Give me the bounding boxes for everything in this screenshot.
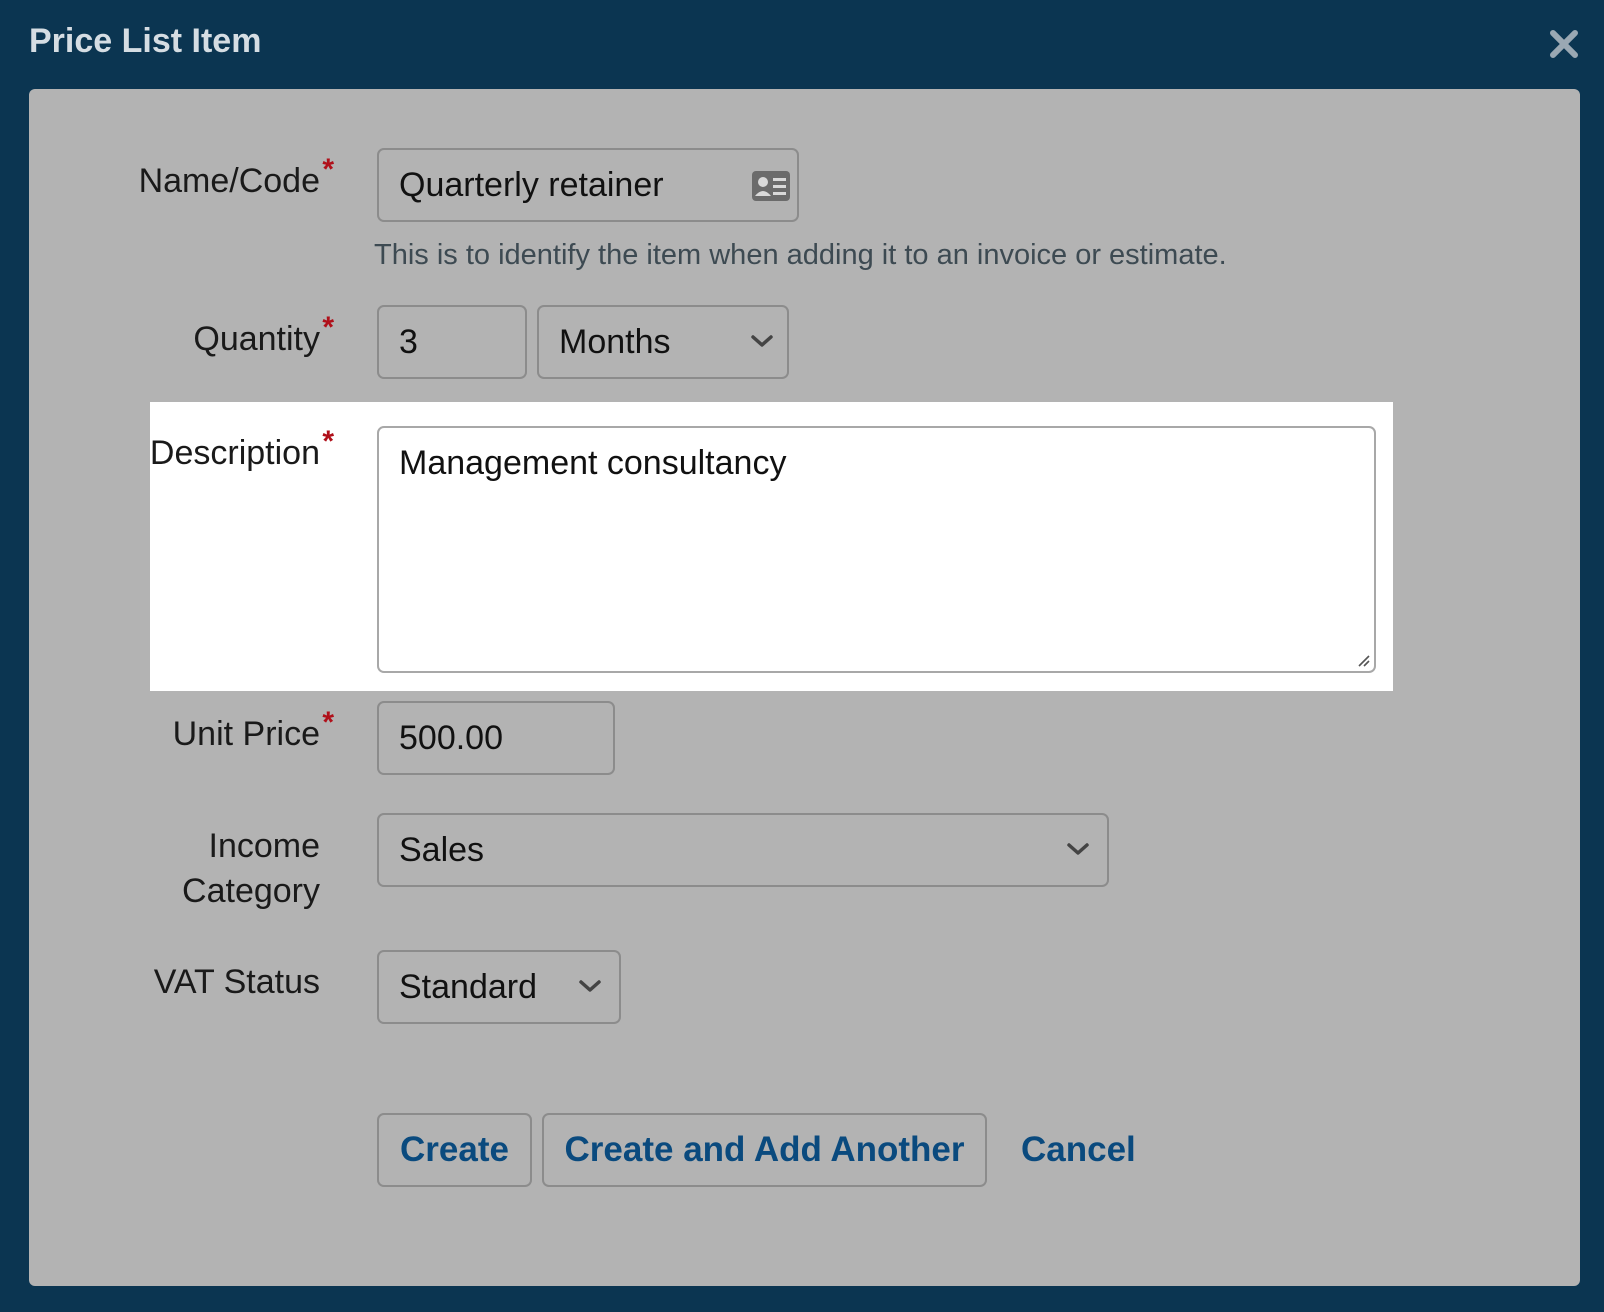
vat-status-label: VAT Status [153, 963, 320, 1001]
description-label: Description [150, 419, 334, 476]
quantity-unit-value: Months [559, 323, 671, 361]
description-textarea[interactable]: Management consultancy [377, 426, 1376, 673]
vat-status-select[interactable]: Standard [377, 950, 621, 1024]
income-category-value: Sales [399, 831, 485, 869]
chevron-down-icon [751, 335, 773, 347]
unit-price-input[interactable]: 500.00 [377, 701, 615, 775]
unit-price-label: Unit Price [173, 700, 335, 757]
income-category-label-line2: Category [182, 872, 320, 910]
create-button[interactable]: Create [377, 1113, 532, 1187]
name-code-input[interactable]: Quarterly retainer [377, 148, 799, 222]
description-value: Management consultancy [399, 444, 787, 482]
chevron-down-icon [579, 980, 601, 992]
resize-handle-icon[interactable] [1353, 650, 1371, 668]
close-button[interactable] [1548, 28, 1580, 60]
dialog-body: Name/Code Quarterly retainer This is to … [29, 89, 1580, 1286]
unit-price-value: 500.00 [399, 719, 503, 757]
name-code-label: Name/Code [139, 147, 335, 204]
dialog-title: Price List Item [29, 22, 262, 60]
name-code-hint: This is to identify the item when adding… [374, 239, 1227, 271]
create-and-add-another-button[interactable]: Create and Add Another [542, 1113, 987, 1187]
quantity-unit-select[interactable]: Months [537, 305, 789, 379]
income-category-label-line1: Income [208, 827, 321, 865]
contact-card-icon[interactable] [751, 170, 791, 202]
quantity-label: Quantity [193, 305, 333, 362]
quantity-input[interactable]: 3 [377, 305, 527, 379]
close-icon [1550, 30, 1578, 58]
quantity-value: 3 [399, 323, 418, 361]
income-category-select[interactable]: Sales [377, 813, 1109, 887]
dialog-header: Price List Item [0, 0, 1604, 90]
vat-status-value: Standard [399, 968, 537, 1006]
cancel-link[interactable]: Cancel [1021, 1113, 1136, 1187]
chevron-down-icon [1067, 843, 1089, 855]
name-code-value: Quarterly retainer [399, 166, 664, 204]
